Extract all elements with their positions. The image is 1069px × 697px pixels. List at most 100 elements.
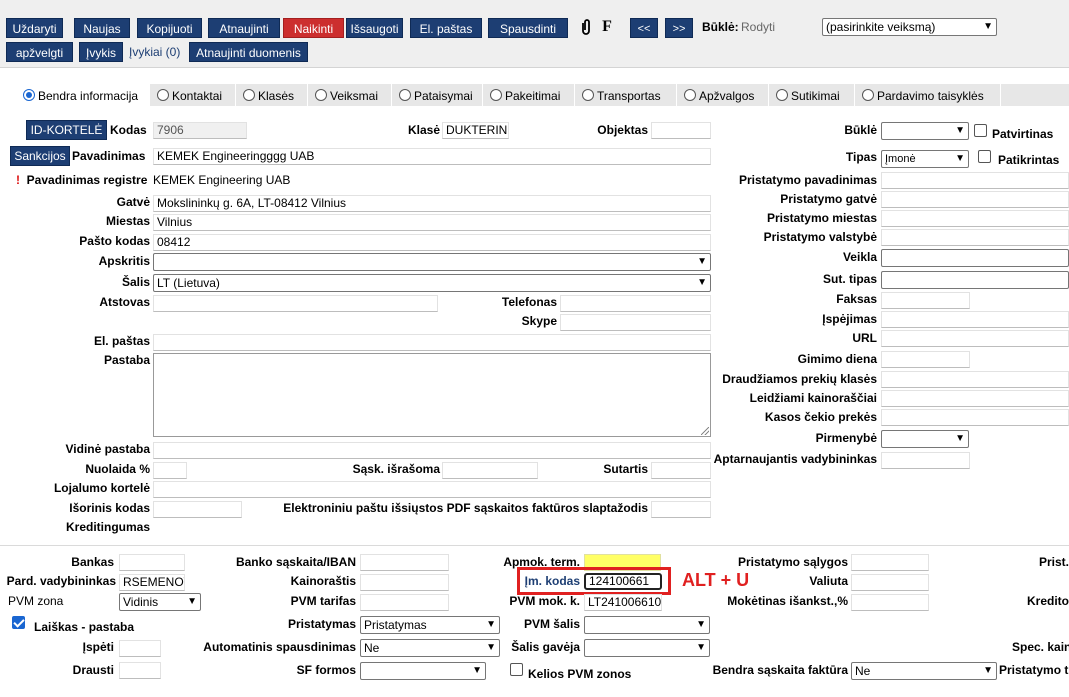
joint-invoice-select[interactable]: Ne ▼ bbox=[851, 662, 997, 680]
radio-icon bbox=[243, 89, 255, 101]
refresh-button[interactable]: Atnaujinti bbox=[208, 18, 280, 38]
letter-note-checkbox[interactable] bbox=[12, 616, 25, 629]
email-field[interactable] bbox=[153, 334, 711, 351]
tab-general-info[interactable]: Bendra informacija bbox=[16, 84, 150, 106]
section-divider bbox=[0, 545, 1069, 546]
action-select[interactable]: (pasirinkite veiksmą) ▼ bbox=[822, 18, 997, 36]
loyalty-card-field[interactable] bbox=[153, 481, 711, 498]
checked-checkbox[interactable] bbox=[978, 150, 991, 163]
bank-field[interactable] bbox=[119, 554, 185, 571]
object-field[interactable] bbox=[651, 122, 711, 139]
confirmed-checkbox[interactable] bbox=[974, 124, 987, 137]
prepayment-field[interactable] bbox=[851, 594, 929, 611]
delivery-city-field[interactable] bbox=[881, 210, 1069, 227]
name-label: Pavadinimas bbox=[72, 149, 146, 163]
delivery-country-field[interactable] bbox=[881, 229, 1069, 246]
birthday-field[interactable] bbox=[881, 351, 970, 368]
auto-print-select[interactable]: Ne ▼ bbox=[360, 639, 500, 657]
external-code-label: Išorinis kodas bbox=[69, 501, 150, 515]
previous-button[interactable]: << bbox=[630, 18, 658, 38]
invoice-forms-select[interactable]: ▼ bbox=[360, 662, 486, 680]
tab-changes[interactable]: Pakeitimai bbox=[483, 84, 575, 106]
fax-field[interactable] bbox=[881, 292, 970, 309]
id-card-button[interactable]: ID-KORTELĖ bbox=[26, 120, 107, 140]
refresh-data-button[interactable]: Atnaujinti duomenis bbox=[189, 42, 308, 62]
forbidden-classes-field[interactable] bbox=[881, 371, 1069, 388]
pricelist-field[interactable] bbox=[360, 574, 449, 591]
delivery-select[interactable]: Pristatymas ▼ bbox=[360, 616, 500, 634]
type-select[interactable]: Įmonė ▼ bbox=[881, 150, 969, 168]
forbidden-classes-label: Draudžiamos prekių klasės bbox=[722, 372, 877, 386]
event-button[interactable]: Įvykis bbox=[79, 42, 123, 62]
vat-zone-select[interactable]: Vidinis ▼ bbox=[119, 593, 201, 611]
phone-field[interactable] bbox=[560, 295, 711, 312]
priority-select[interactable]: ▼ bbox=[881, 430, 969, 448]
warning-field[interactable] bbox=[881, 311, 1069, 328]
account-manager-field[interactable] bbox=[881, 452, 970, 469]
note-textarea[interactable] bbox=[153, 353, 711, 437]
notify-field[interactable] bbox=[119, 640, 161, 657]
invoice-issued-field[interactable] bbox=[442, 462, 538, 479]
discount-field[interactable] bbox=[153, 462, 187, 479]
bank-account-field[interactable] bbox=[360, 554, 449, 571]
name-field[interactable]: KEMEK Engineeringggg UAB bbox=[153, 148, 711, 165]
vat-rate-field[interactable] bbox=[360, 594, 449, 611]
letter-note-label: Laiškas - pastaba bbox=[34, 620, 135, 634]
next-button[interactable]: >> bbox=[665, 18, 693, 38]
tab-label: Veiksmai bbox=[330, 89, 379, 103]
allowed-pricelists-field[interactable] bbox=[881, 390, 1069, 407]
receipt-items-field[interactable] bbox=[881, 409, 1069, 426]
copy-button[interactable]: Kopijuoti bbox=[137, 18, 202, 38]
print-button[interactable]: Spausdinti bbox=[488, 18, 568, 38]
pdf-password-field[interactable] bbox=[651, 501, 711, 518]
f-icon[interactable]: F bbox=[598, 17, 616, 37]
sales-manager-field[interactable]: RSEMENOVAS bbox=[119, 574, 185, 591]
street-field[interactable]: Mokslininkų g. 6A, LT-08412 Vilnius bbox=[153, 195, 711, 212]
chevron-down-icon: ▼ bbox=[955, 153, 965, 164]
tab-transport[interactable]: Transportas bbox=[575, 84, 677, 106]
close-button[interactable]: Uždaryti bbox=[6, 18, 63, 38]
email-button[interactable]: El. paštas bbox=[410, 18, 482, 38]
tab-reviews[interactable]: Apžvalgos bbox=[677, 84, 769, 106]
insure-field[interactable] bbox=[119, 662, 161, 679]
vat-country-select[interactable]: ▼ bbox=[584, 616, 710, 634]
currency-field[interactable] bbox=[851, 574, 929, 591]
county-select[interactable]: ▼ bbox=[153, 253, 711, 271]
delivery-conditions-field[interactable] bbox=[851, 554, 929, 571]
recipient-country-select[interactable]: ▼ bbox=[584, 639, 710, 657]
review-button[interactable]: apžvelgti bbox=[6, 42, 73, 62]
tab-corrections[interactable]: Pataisymai bbox=[392, 84, 483, 106]
country-select[interactable]: LT (Lietuva) ▼ bbox=[153, 274, 711, 292]
representative-field[interactable] bbox=[153, 295, 438, 312]
tab-contacts[interactable]: Kontaktai bbox=[150, 84, 236, 106]
events-link[interactable]: Įvykiai (0) bbox=[129, 42, 180, 62]
tab-sales-rules[interactable]: Pardavimo taisyklės bbox=[855, 84, 1001, 106]
postal-code-field[interactable]: 08412 bbox=[153, 234, 711, 251]
paperclip-icon[interactable] bbox=[577, 18, 595, 38]
street-label: Gatvė bbox=[116, 195, 150, 209]
auto-print-label: Automatinis spausdinimas bbox=[203, 640, 356, 654]
loyalty-card-label: Lojalumo kortelė bbox=[53, 481, 150, 495]
delivery-street-field[interactable] bbox=[881, 191, 1069, 208]
class-field[interactable]: DUKTERINĖ bbox=[442, 122, 509, 139]
tab-classes[interactable]: Klasės bbox=[236, 84, 308, 106]
tab-agreements[interactable]: Sutikimai bbox=[769, 84, 855, 106]
right-status-select[interactable]: ▼ bbox=[881, 122, 969, 140]
delivery-name-field[interactable] bbox=[881, 172, 1069, 189]
skype-field[interactable] bbox=[560, 314, 711, 331]
contract-type-select[interactable] bbox=[881, 271, 1069, 289]
code-field[interactable]: 7906 bbox=[153, 122, 247, 139]
delete-button[interactable]: Naikinti bbox=[283, 18, 344, 38]
vat-payer-code-field[interactable]: LT241006610 bbox=[584, 594, 662, 611]
internal-note-field[interactable] bbox=[153, 442, 711, 459]
multiple-vat-zones-checkbox[interactable] bbox=[510, 663, 523, 676]
save-button[interactable]: Išsaugoti bbox=[346, 18, 403, 38]
city-field[interactable]: Vilnius bbox=[153, 214, 711, 231]
activity-label: Veikla bbox=[842, 250, 877, 264]
external-code-field[interactable] bbox=[153, 501, 242, 518]
activity-select[interactable] bbox=[881, 249, 1069, 267]
sanctions-button[interactable]: Sankcijos bbox=[10, 146, 70, 166]
tab-actions[interactable]: Veiksmai bbox=[308, 84, 392, 106]
new-button[interactable]: Naujas bbox=[74, 18, 130, 38]
url-field[interactable] bbox=[881, 330, 1069, 347]
